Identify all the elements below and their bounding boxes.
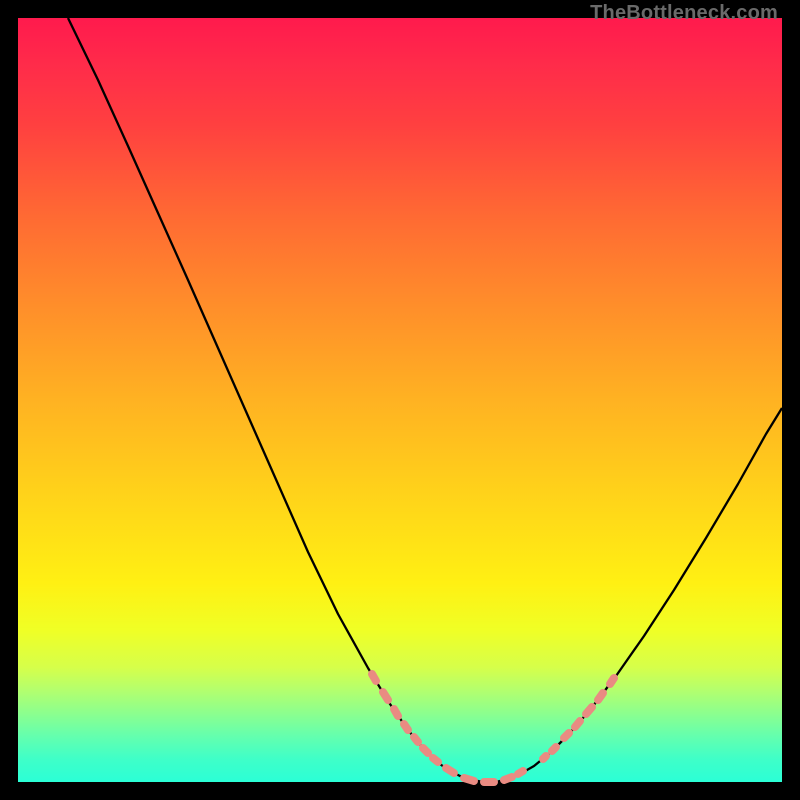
chart-frame: TheBottleneck.com [0, 0, 800, 800]
bottleneck-curve [68, 18, 782, 782]
highlight-segments [372, 674, 614, 782]
curve-layer [18, 18, 782, 782]
